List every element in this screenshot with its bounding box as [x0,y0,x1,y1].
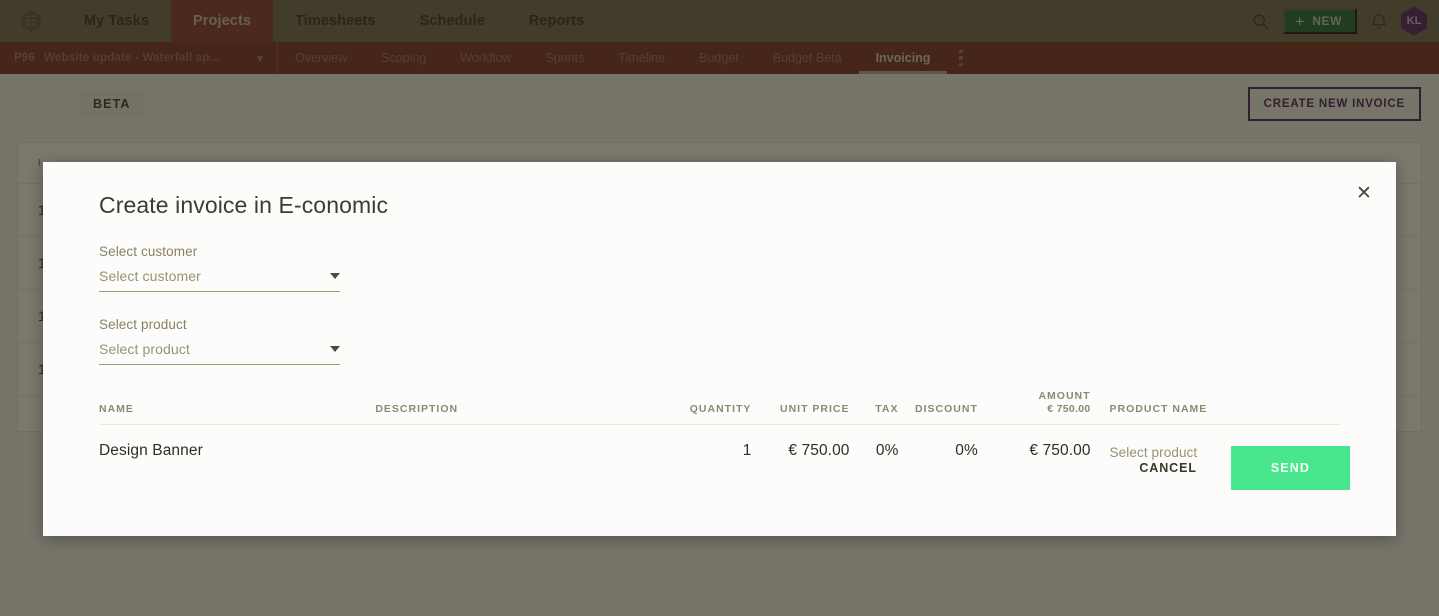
modal-body: Create invoice in E-conomic Select custo… [43,162,1396,460]
cell-discount[interactable]: 0% [899,425,978,461]
column-header-amount: AMOUNT € 750.00 [977,390,1091,425]
column-header-product-name: PRODUCT NAME [1090,390,1340,425]
cell-description [375,425,662,461]
column-header-name: NAME [99,390,376,425]
modal-actions: CANCEL SEND [1135,446,1350,490]
product-field-label: Select product [99,317,187,332]
column-header-quantity: QUANTITY [662,390,752,425]
product-field-group: Select product Select product [99,317,1340,365]
column-header-description: DESCRIPTION [375,390,663,425]
cell-name: Design Banner [99,442,203,459]
customer-field-group: Select customer Select customer [99,244,1340,292]
chevron-down-icon [330,346,340,352]
column-header-discount: DISCOUNT [898,390,978,425]
cell-amount: € 750.00 [1029,442,1091,459]
cell-quantity[interactable]: 1 [662,425,752,461]
lines-header-row: NAME DESCRIPTION QUANTITY UNIT PRICE TAX… [99,390,1340,425]
cancel-button[interactable]: CANCEL [1135,453,1200,483]
customer-field-label: Select customer [99,244,198,259]
modal-title: Create invoice in E-conomic [99,192,389,218]
amount-label: AMOUNT [1038,390,1091,402]
cell-tax[interactable]: 0% [850,425,899,461]
column-header-tax: TAX [849,390,899,425]
column-header-unit-price: UNIT PRICE [751,390,850,425]
amount-total: € 750.00 [1047,403,1091,415]
close-icon[interactable]: ✕ [1351,180,1377,206]
product-select[interactable]: Select product [99,341,340,365]
chevron-down-icon [330,273,340,279]
cell-unit-price[interactable]: € 750.00 [751,425,849,461]
create-invoice-modal: ✕ Create invoice in E-conomic Select cus… [43,162,1396,536]
send-button[interactable]: SEND [1230,446,1350,490]
customer-select-value: Select customer [99,268,201,284]
product-select-value: Select product [99,341,190,357]
customer-select[interactable]: Select customer [99,268,340,292]
